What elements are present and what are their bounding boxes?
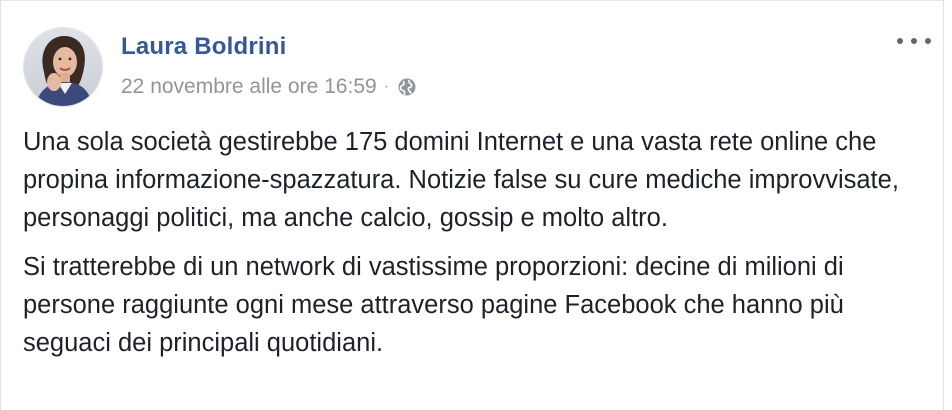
more-options-icon[interactable] (897, 31, 931, 51)
more-dot (911, 38, 917, 44)
globe-icon[interactable] (397, 77, 417, 97)
avatar-photo (24, 28, 102, 106)
post-paragraph: Una sola società gestirebbe 175 domini I… (23, 128, 899, 232)
post-card: Laura Boldrini 22 novembre alle ore 16:5… (0, 0, 944, 410)
meta-separator: · (383, 78, 389, 95)
post-timestamp[interactable]: 22 novembre alle ore 16:59 (121, 75, 377, 99)
more-dot (897, 38, 903, 44)
author-avatar[interactable] (23, 27, 103, 107)
author-name-link[interactable]: Laura Boldrini (121, 33, 286, 61)
post-body: Una sola società gestirebbe 175 domini I… (23, 123, 928, 373)
more-dot (925, 38, 931, 44)
post-meta: 22 novembre alle ore 16:59 · (121, 74, 417, 100)
post-paragraph: Si tratterebbe di un network di vastissi… (23, 253, 844, 357)
